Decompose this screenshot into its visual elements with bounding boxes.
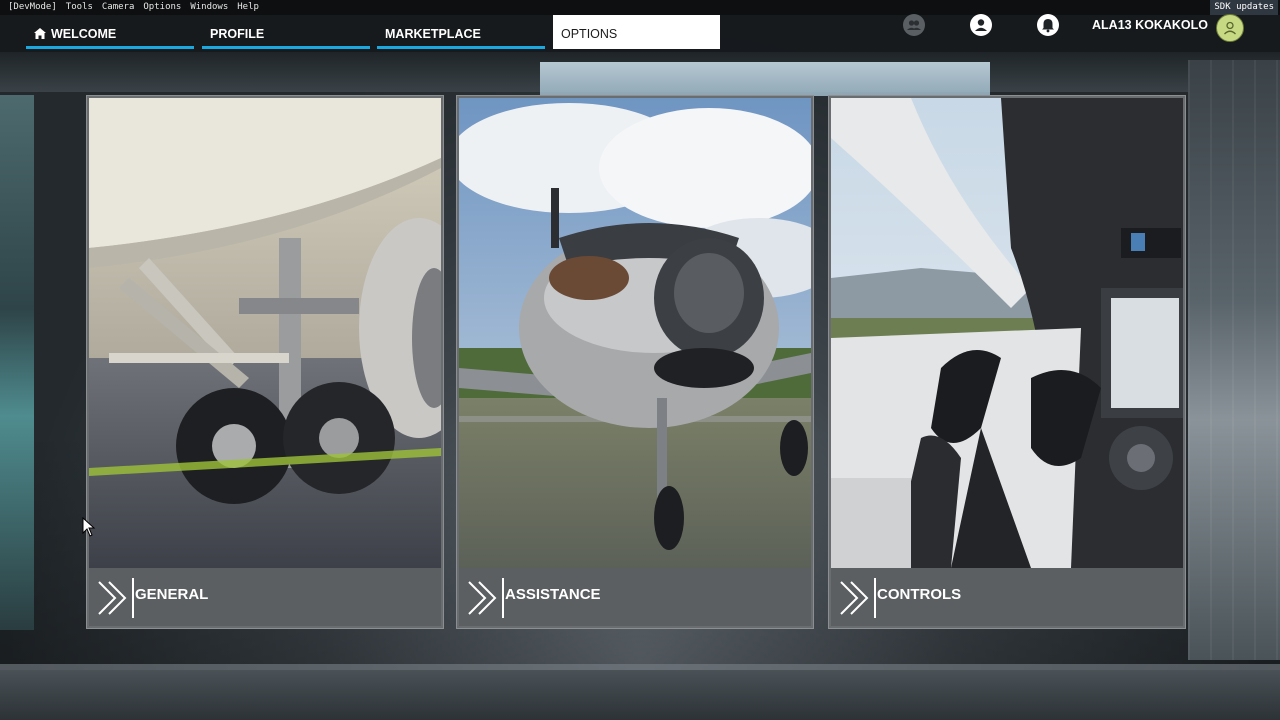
avatar[interactable] bbox=[1216, 14, 1244, 42]
help-menu[interactable]: Help bbox=[237, 0, 259, 15]
windows-menu[interactable]: Windows bbox=[190, 0, 228, 15]
card-assistance-label: ASSISTANCE bbox=[505, 586, 601, 603]
hangar-floor bbox=[0, 670, 1280, 720]
profile-glyph bbox=[975, 19, 987, 31]
landing-gear-illustration bbox=[89, 98, 441, 568]
notifications-icon[interactable] bbox=[1037, 14, 1059, 36]
friends-glyph bbox=[907, 20, 921, 30]
card-label-band: ASSISTANCE bbox=[459, 568, 811, 626]
profile-icon[interactable] bbox=[970, 14, 992, 36]
tab-options[interactable]: OPTIONS bbox=[553, 15, 720, 49]
avatar-person-icon bbox=[1224, 21, 1236, 35]
tools-menu[interactable]: Tools bbox=[66, 0, 93, 15]
sdk-updates-button[interactable]: SDK updates bbox=[1210, 0, 1278, 15]
home-icon bbox=[34, 28, 46, 39]
mouse-cursor-icon bbox=[82, 517, 96, 537]
card-label-band: GENERAL bbox=[89, 568, 441, 626]
propeller-plane-illustration bbox=[459, 98, 811, 568]
tab-marketplace-label: MARKETPLACE bbox=[385, 27, 481, 41]
card-general[interactable]: GENERAL bbox=[86, 95, 444, 629]
double-chevron-icon bbox=[468, 578, 504, 618]
cockpit-illustration bbox=[831, 98, 1183, 568]
tab-profile-label: PROFILE bbox=[210, 27, 265, 41]
card-general-label: GENERAL bbox=[135, 586, 209, 603]
hangar-right-wall bbox=[1188, 60, 1280, 660]
tab-underline bbox=[202, 46, 370, 49]
card-label-band: CONTROLS bbox=[831, 568, 1183, 626]
card-controls[interactable]: CONTROLS bbox=[828, 95, 1186, 629]
double-chevron-icon bbox=[840, 578, 876, 618]
tab-underline bbox=[26, 46, 194, 49]
camera-menu[interactable]: Camera bbox=[102, 0, 135, 15]
options-menu[interactable]: Options bbox=[143, 0, 181, 15]
devmode-menu[interactable]: [DevMode] bbox=[8, 0, 57, 15]
hangar-left-wall bbox=[0, 95, 34, 630]
tab-underline bbox=[377, 46, 545, 49]
bell-glyph bbox=[1042, 19, 1054, 33]
assistance-card-image bbox=[459, 98, 811, 568]
hangar-window bbox=[540, 62, 990, 96]
username[interactable]: ALA13 KOKAKOLO bbox=[1092, 18, 1208, 32]
devmode-menu-bar: [DevMode] Tools Camera Options Windows H… bbox=[0, 0, 1280, 15]
tab-options-label: OPTIONS bbox=[561, 27, 618, 41]
controls-card-image bbox=[831, 98, 1183, 568]
tab-marketplace[interactable]: MARKETPLACE bbox=[377, 15, 545, 49]
general-card-image bbox=[89, 98, 441, 568]
tab-profile[interactable]: PROFILE bbox=[202, 15, 370, 49]
tab-welcome[interactable]: WELCOME bbox=[26, 15, 194, 49]
friends-icon[interactable] bbox=[903, 14, 925, 36]
card-controls-label: CONTROLS bbox=[877, 586, 962, 603]
double-chevron-icon bbox=[98, 578, 134, 618]
card-assistance[interactable]: ASSISTANCE bbox=[456, 95, 814, 629]
tab-welcome-label: WELCOME bbox=[51, 27, 117, 41]
